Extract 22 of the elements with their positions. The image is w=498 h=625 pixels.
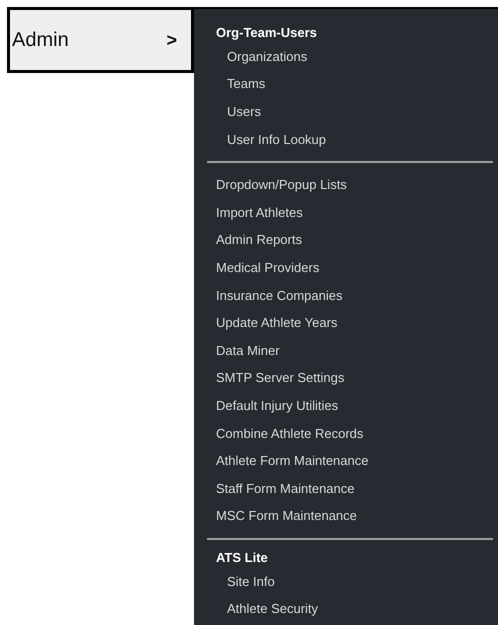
menu-item[interactable]: MSC Form Maintenance xyxy=(207,506,357,526)
menu-item[interactable]: Organizations xyxy=(207,46,308,67)
menu-item[interactable]: User Info Lookup xyxy=(207,130,326,150)
menu-item[interactable]: Athlete Form Maintenance xyxy=(207,451,368,472)
menu-item[interactable]: Teams xyxy=(207,74,266,94)
menu-item[interactable]: Athlete Security xyxy=(207,599,318,620)
menu-item[interactable]: Insurance Companies xyxy=(207,286,342,306)
menu-item[interactable]: Admin Reports xyxy=(207,230,302,250)
menu-section-heading: Org-Team-Users xyxy=(215,24,318,42)
menu-item[interactable]: Data Miner xyxy=(207,340,280,361)
admin-menu-button[interactable]: Admin > xyxy=(7,7,194,73)
menu-item[interactable]: Update Athlete Years xyxy=(207,313,338,334)
menu-section-heading: ATS Lite xyxy=(215,549,269,568)
menu-item[interactable]: Users xyxy=(207,102,261,122)
menu-item[interactable]: Staff Form Maintenance xyxy=(207,478,354,499)
menu-item[interactable]: Site Info xyxy=(207,572,275,592)
menu-item[interactable]: Default Injury Utilities xyxy=(207,396,338,416)
menu-item[interactable]: Import Athletes xyxy=(207,202,303,223)
menu-item[interactable]: Combine Athlete Records xyxy=(207,424,364,444)
menu-item[interactable]: Dropdown/Popup Lists xyxy=(207,175,347,196)
menu-item[interactable]: Medical Providers xyxy=(207,258,320,278)
menu-item[interactable]: SMTP Server Settings xyxy=(207,368,344,388)
